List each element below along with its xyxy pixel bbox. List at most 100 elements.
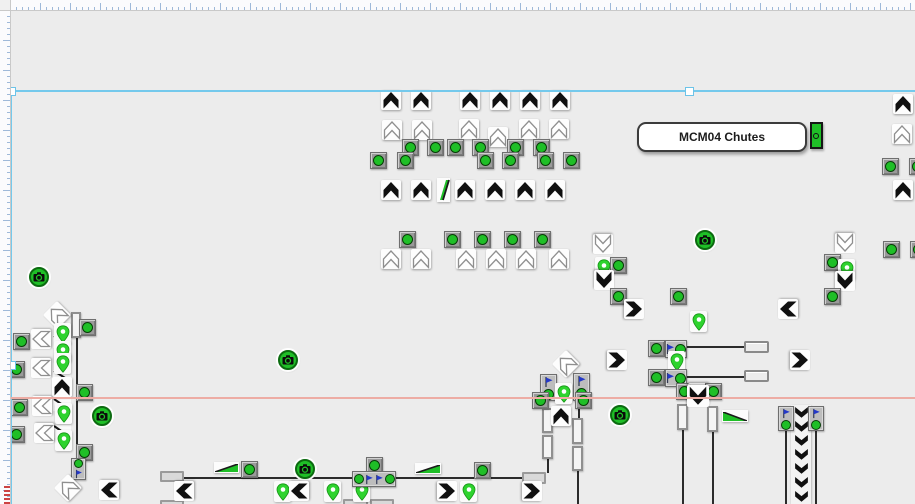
status-indicator[interactable]	[504, 231, 521, 248]
status-indicator[interactable]	[241, 461, 258, 478]
black-chevron-icon[interactable]	[490, 90, 510, 110]
status-indicator[interactable]	[563, 152, 580, 169]
status-indicator[interactable]	[79, 319, 96, 336]
equipment-block[interactable]	[370, 499, 394, 504]
status-indicator[interactable]	[910, 241, 915, 258]
white-chevron-icon[interactable]	[31, 329, 51, 349]
black-chevron-icon[interactable]	[174, 481, 194, 501]
black-chevron-icon[interactable]	[437, 481, 457, 501]
equipment-rect[interactable]	[677, 404, 688, 430]
black-chevron-icon[interactable]	[381, 90, 401, 110]
status-indicator[interactable]	[399, 231, 416, 248]
white-chevron-icon[interactable]	[519, 119, 539, 139]
device-status-box[interactable]	[808, 406, 824, 431]
selection-guide-horizontal[interactable]	[10, 90, 915, 92]
black-chevron-icon[interactable]	[411, 180, 431, 200]
status-indicator[interactable]	[648, 369, 665, 386]
black-chevron-icon[interactable]	[893, 94, 913, 114]
location-pin-icon[interactable]	[555, 383, 572, 404]
white-chevron-icon[interactable]	[412, 120, 432, 140]
black-chevron-icon[interactable]	[550, 90, 570, 110]
belt-wedge-icon[interactable]	[437, 178, 450, 202]
status-indicator[interactable]	[670, 288, 687, 305]
status-indicator[interactable]	[474, 231, 491, 248]
black-chevron-icon[interactable]	[594, 270, 614, 290]
camera-icon[interactable]	[610, 405, 630, 425]
white-chevron-icon[interactable]	[486, 249, 506, 269]
equipment-rect[interactable]	[572, 446, 583, 471]
black-chevron-icon[interactable]	[515, 180, 535, 200]
status-indicator[interactable]	[10, 426, 25, 443]
white-chevron-icon[interactable]	[516, 249, 536, 269]
black-chevron-icon[interactable]	[99, 480, 119, 500]
status-indicator[interactable]	[534, 231, 551, 248]
device-status-box[interactable]	[778, 406, 794, 431]
white-chevron-icon[interactable]	[488, 127, 508, 147]
status-indicator[interactable]	[537, 152, 554, 169]
white-chevron-icon[interactable]	[411, 249, 431, 269]
black-chevron-icon[interactable]	[778, 299, 798, 319]
capsule-block[interactable]	[744, 341, 769, 353]
status-indicator[interactable]	[427, 139, 444, 156]
status-indicator[interactable]	[882, 158, 899, 175]
black-chevron-icon[interactable]	[289, 481, 309, 501]
white-chevron-icon[interactable]	[593, 234, 613, 254]
selection-handle[interactable]	[685, 87, 694, 96]
camera-icon[interactable]	[278, 350, 298, 370]
black-chevron-icon[interactable]	[551, 406, 571, 426]
black-chevron-icon[interactable]	[687, 385, 709, 407]
white-chevron-icon[interactable]	[34, 423, 54, 443]
camera-icon[interactable]	[92, 406, 112, 426]
black-chevron-icon[interactable]	[520, 90, 540, 110]
status-indicator[interactable]	[824, 288, 841, 305]
camera-icon[interactable]	[695, 230, 715, 250]
status-indicator[interactable]	[502, 152, 519, 169]
status-indicator[interactable]	[447, 139, 464, 156]
black-chevron-icon[interactable]	[381, 180, 401, 200]
white-chevron-icon[interactable]	[892, 124, 912, 144]
white-chevron-icon[interactable]	[459, 119, 479, 139]
white-chevron-icon[interactable]	[835, 233, 855, 253]
belt-wedge-icon[interactable]	[214, 462, 239, 473]
white-chevron-icon[interactable]	[549, 119, 569, 139]
red-guide-line[interactable]	[10, 397, 915, 399]
white-chevron-icon[interactable]	[31, 358, 51, 378]
equipment-rect[interactable]	[572, 418, 583, 444]
black-chevron-icon[interactable]	[485, 180, 505, 200]
status-indicator[interactable]	[13, 333, 30, 350]
capsule-block[interactable]	[744, 370, 769, 382]
black-chevron-icon[interactable]	[893, 180, 913, 200]
white-chevron-icon[interactable]	[456, 249, 476, 269]
equipment-rect[interactable]	[542, 435, 553, 459]
equipment-rect[interactable]	[707, 406, 718, 432]
camera-icon[interactable]	[29, 267, 49, 287]
black-chevron-icon[interactable]	[607, 350, 627, 370]
black-chevron-icon[interactable]	[52, 377, 72, 397]
white-chevron-icon[interactable]	[32, 396, 52, 416]
black-chevron-icon[interactable]	[455, 180, 475, 200]
black-chevron-icon[interactable]	[790, 350, 810, 370]
location-pin-icon[interactable]	[690, 311, 707, 332]
black-chevron-icon[interactable]	[460, 90, 480, 110]
white-chevron-icon[interactable]	[549, 249, 569, 269]
device-status-box[interactable]	[71, 458, 86, 480]
belt-wedge-icon[interactable]	[415, 463, 441, 474]
status-indicator[interactable]	[575, 392, 592, 409]
location-pin-icon[interactable]	[55, 430, 72, 451]
device-status-box[interactable]	[352, 471, 396, 487]
status-indicator[interactable]	[477, 152, 494, 169]
status-indicator[interactable]	[370, 152, 387, 169]
chute-group-label-button[interactable]: MCM04 Chutes	[637, 122, 807, 152]
gate-status-bar[interactable]	[810, 122, 823, 149]
black-chevron-icon[interactable]	[411, 90, 431, 110]
status-indicator[interactable]	[11, 399, 28, 416]
status-indicator[interactable]	[532, 392, 549, 409]
location-pin-icon[interactable]	[324, 481, 341, 502]
location-pin-icon[interactable]	[460, 481, 477, 502]
camera-icon[interactable]	[295, 459, 315, 479]
status-indicator[interactable]	[397, 152, 414, 169]
white-chevron-icon[interactable]	[381, 249, 401, 269]
black-chevron-icon[interactable]	[522, 481, 542, 501]
black-chevron-icon[interactable]	[545, 180, 565, 200]
status-indicator[interactable]	[648, 340, 665, 357]
